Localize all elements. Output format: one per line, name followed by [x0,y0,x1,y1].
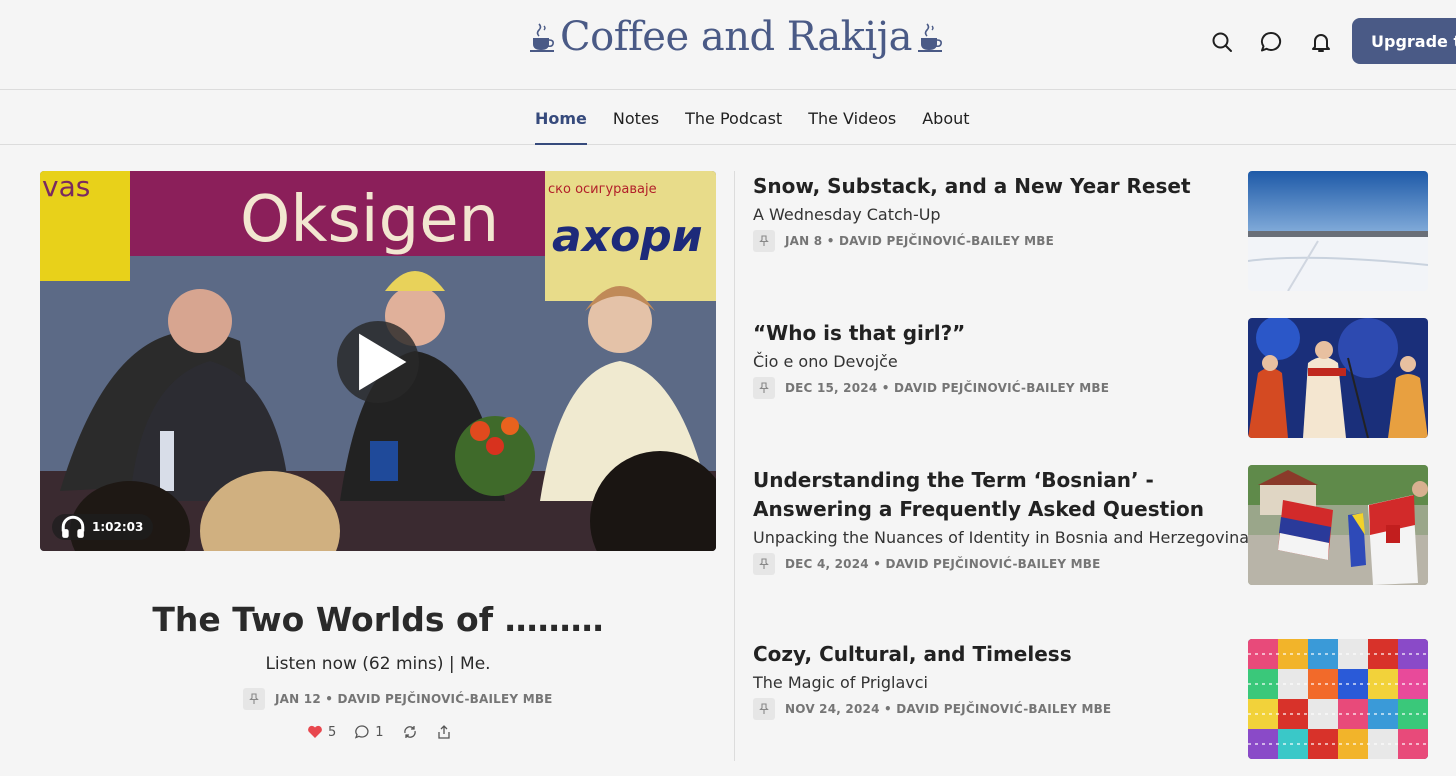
pin-icon [753,553,775,575]
brand-logo[interactable]: Coffee and Rakija [528,14,944,60]
site-title: Coffee and Rakija [560,14,912,60]
like-count: 5 [328,724,337,740]
post-meta-text: JAN 8 • DAVID PEJČINOVIĆ-BAILEY MBE [785,234,1055,248]
sign-right-top-text: ско осигураваје [548,182,657,197]
comment-icon [355,725,369,739]
heart-icon [308,725,322,738]
headphones-icon [61,515,85,538]
flags-street-image [1248,465,1428,585]
post-meta-text: DEC 4, 2024 • DAVID PEJČINOVIĆ-BAILEY MB… [785,557,1101,571]
tab-notes[interactable]: Notes [613,91,659,145]
post-thumbnail[interactable] [1248,465,1428,585]
column-divider [734,171,735,761]
tab-about[interactable]: About [922,91,969,145]
coffee-cup-icon [917,23,942,52]
post-thumbnail[interactable] [1248,171,1428,291]
post-meta-text: DEC 15, 2024 • DAVID PEJČINOVIĆ-BAILEY M… [785,381,1110,395]
post-item[interactable]: Cozy, Cultural, and Timeless The Magic o… [753,639,1428,759]
pin-icon [753,377,775,399]
post-thumbnail[interactable] [1248,318,1428,438]
sign-text: Oksigen [240,183,499,257]
tab-podcast[interactable]: The Podcast [685,91,782,145]
chat-icon[interactable] [1259,30,1283,54]
singers-stage-image [1248,318,1428,438]
duration-badge: 1:02:03 [52,514,154,540]
share-button[interactable] [436,724,452,740]
play-button[interactable] [337,321,419,403]
like-button[interactable]: 5 [307,725,336,740]
knitted-slippers-image [1248,639,1428,759]
duration-text: 1:02:03 [92,520,144,534]
sign-right-text: ахори [552,211,703,262]
restack-button[interactable] [402,724,418,740]
pin-icon [753,698,775,720]
post-title[interactable]: Cozy, Cultural, and Timeless [753,640,1223,669]
snow-landscape-image [1248,171,1428,291]
post-title[interactable]: “Who is that girl?” [753,319,1223,348]
sign-left-text: vas [42,171,90,203]
main-nav: Home Notes The Podcast The Videos About [0,91,1456,145]
hero-video-thumbnail[interactable]: Oksigen vas ско осигураваје ахори 1:02:0… [40,171,716,551]
post-meta-text: NOV 24, 2024 • DAVID PEJČINOVIĆ-BAILEY M… [785,702,1112,716]
pin-icon [243,688,265,710]
pin-icon [753,230,775,252]
post-thumbnail[interactable] [1248,639,1428,759]
upgrade-button[interactable]: Upgrade to [1352,18,1456,64]
hero-post-title[interactable]: The Two Worlds of ……… [40,600,716,639]
share-icon [437,725,450,739]
comment-button[interactable]: 1 [354,724,384,740]
hero-post-meta: JAN 12 • DAVID PEJČINOVIĆ-BAILEY MBE [243,688,553,710]
tab-home[interactable]: Home [535,91,587,145]
post-item[interactable]: Snow, Substack, and a New Year Reset A W… [753,171,1428,291]
post-title[interactable]: Understanding the Term ‘Bosnian’ - Answe… [753,466,1223,524]
site-header: Coffee and Rakija Upgrade to [0,0,1456,90]
coffee-cup-icon [530,23,554,52]
post-item[interactable]: “Who is that girl?” Čio e ono Devojče DE… [753,318,1428,438]
hero-meta-text: JAN 12 • DAVID PEJČINOVIĆ-BAILEY MBE [275,692,553,706]
play-icon [359,333,407,391]
hero-post-actions: 5 1 [307,724,452,740]
tab-videos[interactable]: The Videos [808,91,896,145]
comment-count: 1 [375,724,384,740]
post-title[interactable]: Snow, Substack, and a New Year Reset [753,172,1223,201]
bell-icon[interactable] [1309,30,1333,54]
post-item[interactable]: Understanding the Term ‘Bosnian’ - Answe… [753,465,1428,585]
hero-post-subtitle: Listen now (62 mins) | Me. [265,654,491,674]
search-icon[interactable] [1210,30,1234,54]
restack-icon [403,726,416,738]
